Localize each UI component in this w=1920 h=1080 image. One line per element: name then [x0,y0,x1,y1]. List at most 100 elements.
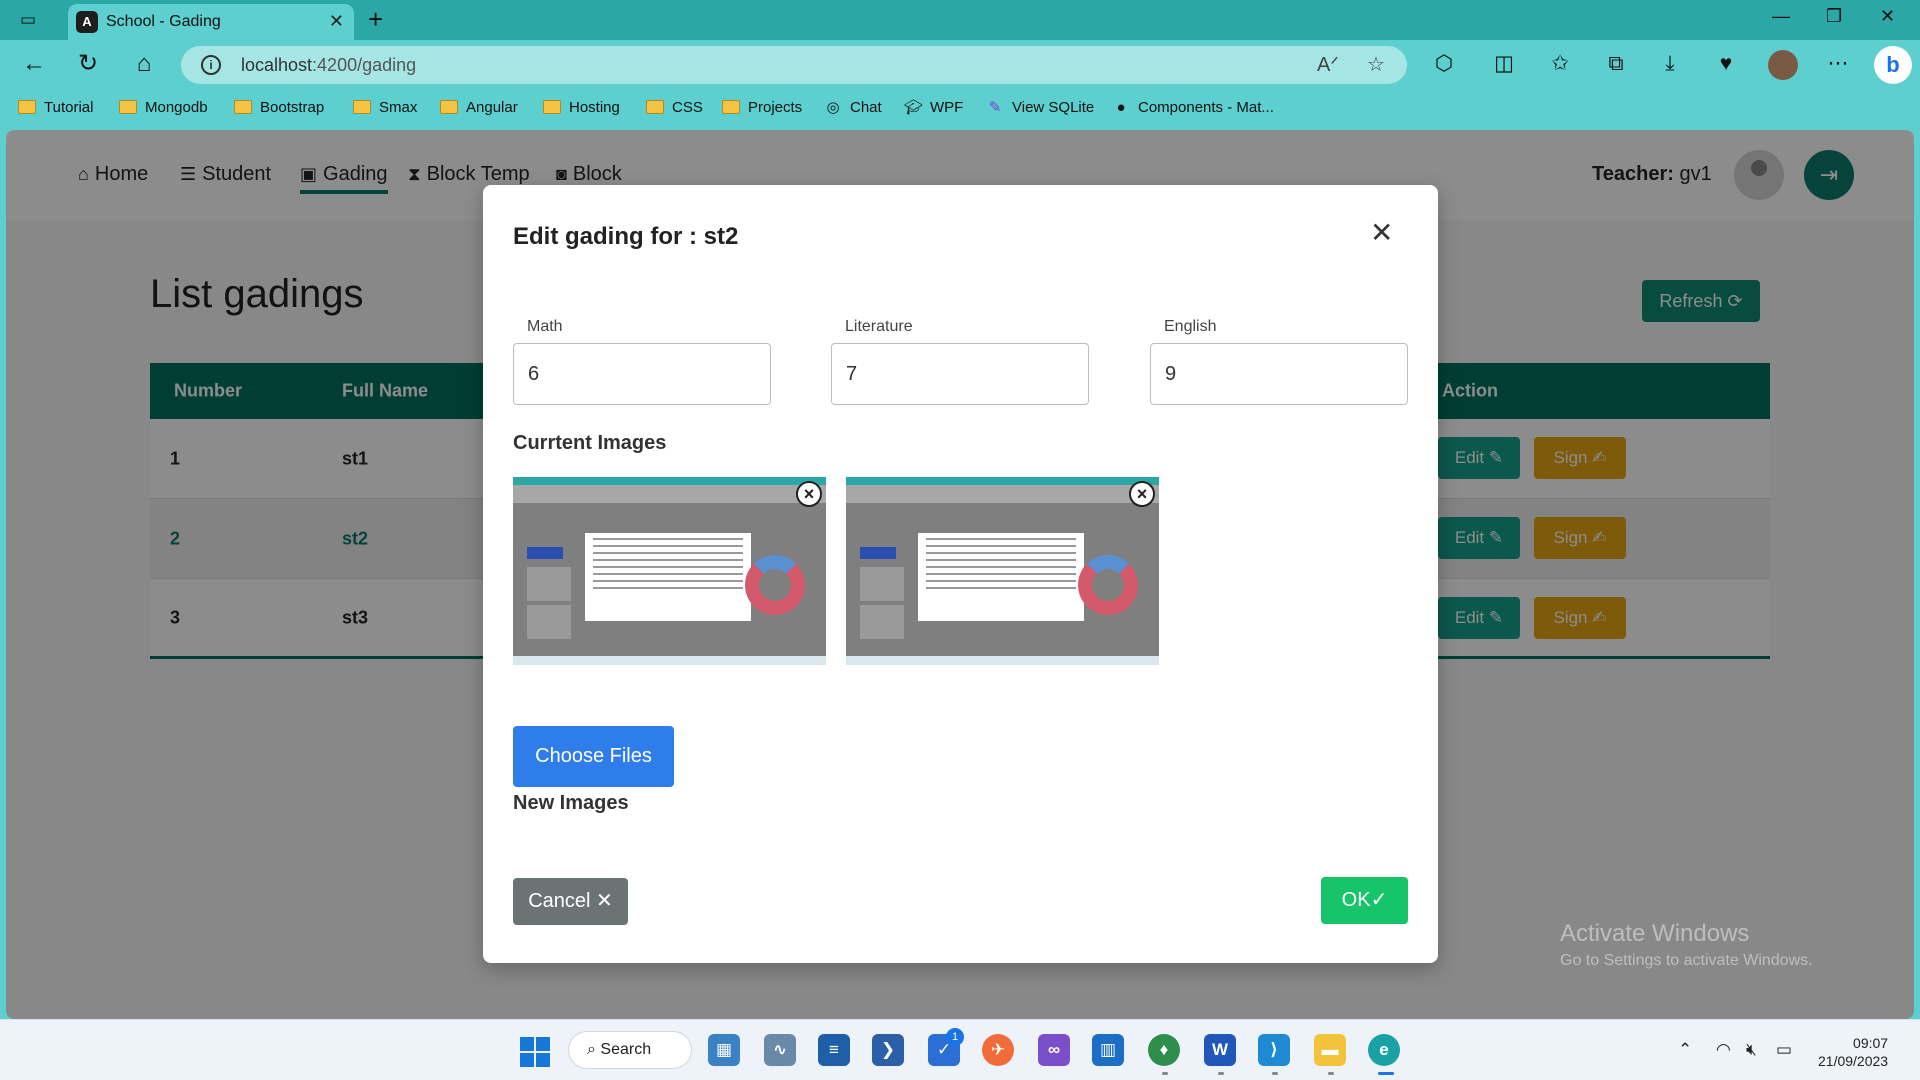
bookmark-mongodb[interactable]: Mongodb [119,96,208,120]
ok-label: OK [1341,889,1371,911]
modal-close-icon[interactable]: ✕ [1370,219,1393,247]
bookmark-projects[interactable]: Projects [722,96,802,120]
folder-icon [543,100,561,114]
bookmark-label: Mongodb [145,99,208,116]
folder-icon [722,100,740,114]
visual-studio-icon[interactable]: ∞ [1038,1034,1070,1066]
url-text[interactable]: localhost:4200/gading [241,55,416,76]
chevron-up-icon[interactable]: ⌃ [1678,1040,1692,1060]
bookmark-label: WPF [930,99,964,116]
reload-icon[interactable]: ↻ [72,48,104,80]
active-indicator [1378,1072,1394,1075]
bookmark-angular[interactable]: Angular [440,96,518,120]
bookmark-label: View SQLite [1012,99,1095,116]
folder-icon [440,100,458,114]
downloads-icon[interactable]: ⤓ [1654,48,1686,80]
watermark-line1: Activate Windows [1560,920,1750,947]
bookmark-label: CSS [672,99,703,116]
start-button[interactable] [520,1037,550,1067]
bookmark-view-sqlite[interactable]: ✎ View SQLite [986,96,1095,120]
new-tab-icon[interactable]: + [368,4,383,35]
math-input[interactable] [513,343,771,405]
restore-icon[interactable]: ❐ [1826,6,1842,27]
volume-muted-icon[interactable]: 🔇︎ [1746,1040,1757,1060]
copilot-icon[interactable]: b [1874,46,1912,84]
bookmark-bootstrap[interactable]: Bootstrap [234,96,324,120]
running-indicator [1218,1072,1224,1075]
resource-monitor-icon[interactable]: ∿ [764,1034,796,1066]
literature-field: Literature [831,318,1089,405]
split-screen-icon[interactable]: ◫ [1488,48,1520,80]
bookmark-label: Tutorial [44,99,94,116]
powershell-icon[interactable]: ❯ [872,1034,904,1066]
choose-files-button[interactable]: Choose Files [513,726,674,787]
extensions-icon[interactable]: ⬡ [1428,48,1460,80]
minimize-icon[interactable]: — [1772,6,1790,27]
running-indicator [1272,1072,1278,1075]
ok-button[interactable]: OK✓ [1321,877,1408,924]
browser-tab-bar: ▭ A School - Gading ✕ + — ❐ ✕ [0,0,1920,40]
trello-icon[interactable]: ▥ [1092,1034,1124,1066]
remove-image-icon[interactable]: × [1129,481,1155,507]
search-icon: ⌕ [587,1041,596,1058]
notepad-icon[interactable]: ≡ [818,1034,850,1066]
url-path: :4200/gading [312,55,417,75]
browser-tab-active[interactable]: A School - Gading ✕ [68,4,354,40]
folder-icon [119,100,137,114]
bookmark-hosting[interactable]: Hosting [543,96,620,120]
cancel-button[interactable]: Cancel ✕ [513,878,628,925]
bookmark-wpf[interactable]: 🎓︎ WPF [904,96,963,120]
wifi-icon[interactable]: ◠ [1716,1040,1731,1060]
app-page: ⌂ Home ☰ Student ▣ Gading ⧗ Block Temp ◙ Bloc… [6,130,1914,1019]
taskbar-search[interactable]: ⌕ Search [568,1031,692,1069]
window-close-icon[interactable]: ✕ [1880,6,1895,27]
literature-input[interactable] [831,343,1089,405]
favorites-icon[interactable]: ✩ [1544,48,1576,80]
file-explorer-icon[interactable]: ▬ [1314,1034,1346,1066]
bookmark-chat[interactable]: ◎ Chat [824,96,881,120]
tab-close-icon[interactable]: ✕ [329,11,344,32]
profile-avatar[interactable] [1768,50,1798,80]
system-clock[interactable]: 09:07 21/09/2023 [1818,1034,1888,1070]
favorite-star-icon[interactable]: ☆ [1367,52,1385,77]
running-indicator [1328,1072,1334,1075]
collections-icon[interactable]: ⧉ [1600,48,1632,80]
windows-taskbar: ⌕ Search ▦ ∿ ≡ ❯ ✓ 1 ✈ ∞ ▥ ♦ W ⟩ ▬ e ⌃ ◠… [0,1019,1920,1080]
edge-browser-icon[interactable]: e [1368,1034,1400,1066]
home-browser-icon[interactable]: ⌂ [128,48,160,80]
angular-favicon-icon: A [76,11,98,33]
address-toolbar: ← ↻ ⌂ i localhost:4200/gading Aᐟ ☆ ⬡ ◫ ✩… [0,40,1920,88]
word-icon[interactable]: W [1204,1034,1236,1066]
current-image-thumbnail: × [513,477,826,665]
photos-app-icon[interactable]: ▦ [708,1034,740,1066]
back-icon[interactable]: ← [18,48,50,80]
folder-icon [353,100,371,114]
current-images-label: Currtent Images [513,432,667,454]
read-aloud-icon[interactable]: Aᐟ [1317,52,1339,77]
bookmark-components[interactable]: ● Components - Mat... [1112,96,1273,120]
bookmark-smax[interactable]: Smax [353,96,417,120]
bookmark-css[interactable]: CSS [646,96,703,120]
english-input[interactable] [1150,343,1408,405]
bookmark-label: Angular [466,99,518,116]
browser-essentials-icon[interactable]: ♥ [1710,48,1742,80]
feather-icon: ✎ [988,99,1002,116]
url-host: localhost [241,55,313,75]
search-label: Search [600,1041,652,1058]
battery-icon[interactable]: ▭ [1776,1040,1792,1060]
mortarboard-icon: 🎓︎ [904,99,924,116]
clock-time: 09:07 [1853,1035,1889,1051]
mongodb-compass-icon[interactable]: ♦ [1148,1034,1180,1066]
tab-actions-icon[interactable]: ▭ [14,6,42,34]
postman-icon[interactable]: ✈ [982,1034,1014,1066]
vscode-icon[interactable]: ⟩ [1258,1034,1290,1066]
remove-image-icon[interactable]: × [796,481,822,507]
notification-badge: 1 [946,1028,964,1046]
modal-title: Edit gading for : st2 [513,223,739,250]
site-info-icon[interactable]: i [201,55,221,75]
more-menu-icon[interactable]: ⋯ [1822,48,1854,80]
english-label: English [1164,318,1217,335]
url-bar[interactable]: i localhost:4200/gading Aᐟ ☆ [181,46,1407,84]
watermark-line2: Go to Settings to activate Windows. [1560,952,1813,969]
bookmark-tutorial[interactable]: Tutorial [18,96,93,120]
